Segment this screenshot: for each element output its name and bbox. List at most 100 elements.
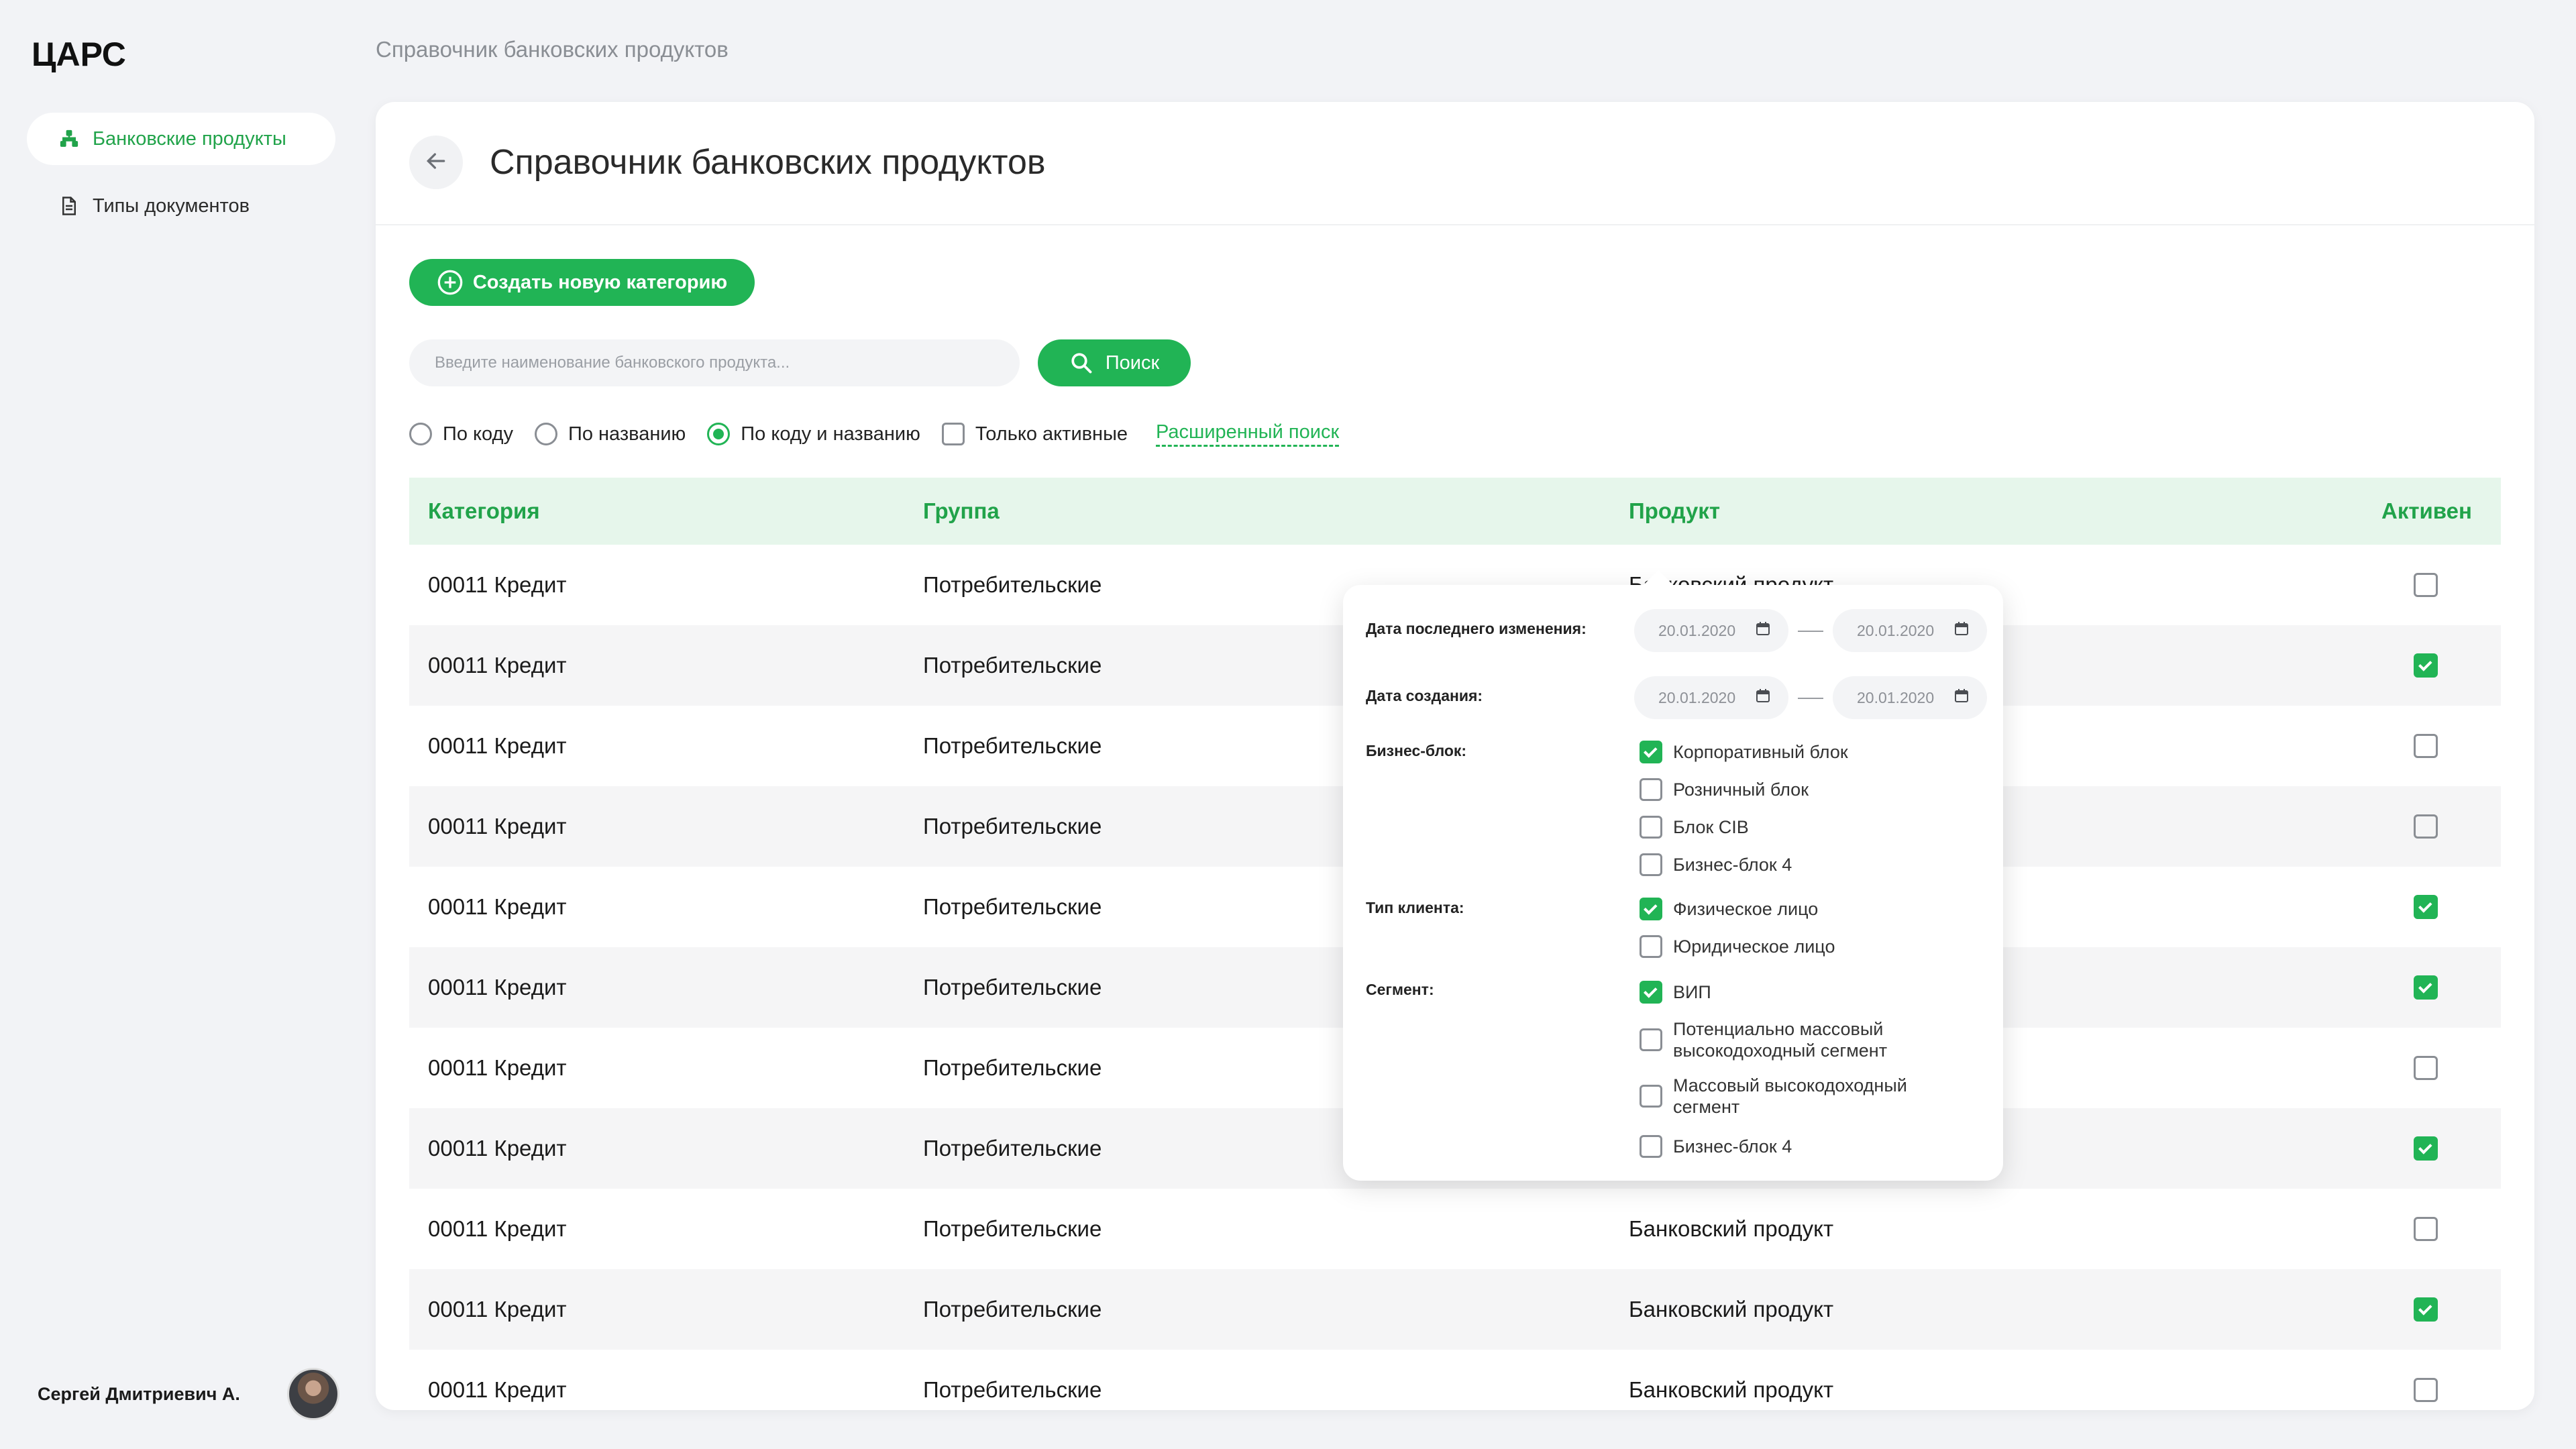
create-category-label: Создать новую категорию (472, 271, 728, 293)
search-icon (1069, 351, 1093, 375)
only-active-checkbox[interactable]: Только активные (941, 423, 1128, 445)
user-profile[interactable]: Сергей Дмитриевич А. (38, 1368, 339, 1420)
checkbox-control[interactable] (1640, 816, 1662, 839)
app-logo: ЦАРС (32, 36, 126, 73)
radio-by-code-and-name[interactable]: По коду и названию (707, 423, 920, 445)
checkbox-control[interactable] (1640, 741, 1662, 763)
business-block-checkbox[interactable]: Бизнес-блок 4 (1640, 853, 1792, 876)
cell-category: 00011 Кредит (428, 1216, 567, 1241)
client-type-checkbox[interactable]: Юридическое лицо (1640, 935, 1835, 958)
active-checkbox[interactable] (2414, 895, 2438, 919)
checkbox-control[interactable] (1640, 1028, 1662, 1051)
checkbox-label: Корпоративный блок (1673, 742, 1848, 762)
business-block-checkbox[interactable]: Корпоративный блок (1640, 741, 1848, 763)
checkbox-control[interactable] (941, 423, 965, 445)
active-checkbox[interactable] (2414, 734, 2438, 758)
table-row[interactable]: 00011 Кредит Потребительские Банковский пр… (409, 1189, 2501, 1269)
sidebar-item-document-types[interactable]: Типы документов (27, 180, 335, 232)
advanced-search-link[interactable]: Расширенный поиск (1156, 421, 1340, 447)
checkbox-label: Массовый высокодоходный сегмент (1673, 1075, 1907, 1117)
radio-label: По коду и названию (741, 423, 920, 445)
checkbox-control[interactable] (1640, 778, 1662, 801)
segment-checkbox[interactable]: Массовый высокодоходный сегмент (1640, 1075, 1928, 1118)
calendar-icon (1953, 621, 1970, 641)
active-checkbox[interactable] (2414, 975, 2438, 1000)
avatar[interactable] (287, 1368, 339, 1420)
created-label: Дата создания: (1366, 687, 1483, 704)
table-row[interactable]: 00011 Кредит Потребительские Банковский пр… (409, 1350, 2501, 1410)
created-to-field[interactable]: 20.01.2020 (1833, 676, 1987, 719)
checkbox-control[interactable] (1640, 1085, 1662, 1108)
document-icon (56, 193, 82, 219)
business-block-label: Бизнес-блок: (1366, 742, 1467, 759)
search-filters: По коду По названию По коду и названию Т… (409, 417, 1340, 451)
created-from-field[interactable]: 20.01.2020 (1634, 676, 1788, 719)
cell-product: Банковский продукт (1629, 1216, 1834, 1241)
sidebar: ЦАРС Банковские продукты Типы документов… (0, 0, 362, 1449)
checkbox-control[interactable] (1640, 935, 1662, 958)
back-button[interactable] (409, 136, 463, 189)
active-checkbox[interactable] (2414, 1217, 2438, 1241)
radio-by-name[interactable]: По названию (534, 423, 686, 445)
active-checkbox[interactable] (2414, 1136, 2438, 1161)
cell-group: Потребительские (923, 1377, 1102, 1402)
checkbox-control[interactable] (1640, 981, 1662, 1004)
radio-control[interactable] (409, 423, 432, 445)
segment-checkbox[interactable]: Потенциально массовый высокодоходный сег… (1640, 1018, 1928, 1061)
cell-group: Потребительские (923, 1055, 1102, 1080)
page-title: Справочник банковских продуктов (490, 143, 1046, 182)
business-block-checkbox[interactable]: Розничный блок (1640, 778, 1809, 801)
calendar-icon (1953, 688, 1970, 708)
radio-label: По названию (568, 423, 686, 445)
sidebar-item-label: Банковские продукты (93, 127, 286, 150)
cell-category: 00011 Кредит (428, 653, 567, 678)
table-row[interactable]: 00011 Кредит Потребительские Банковский пр… (409, 1269, 2501, 1350)
cell-group: Потребительские (923, 1136, 1102, 1161)
active-checkbox[interactable] (2414, 573, 2438, 597)
advanced-search-popup: Дата последнего изменения: 20.01.2020 20… (1343, 570, 2003, 1181)
cell-category: 00011 Кредит (428, 1377, 567, 1402)
cell-category: 00011 Кредит (428, 1136, 567, 1161)
checkbox-label: Розничный блок (1673, 780, 1809, 800)
last-modified-to-field[interactable]: 20.01.2020 (1833, 609, 1987, 652)
column-header-category[interactable]: Категория (428, 498, 540, 524)
sidebar-item-bank-products[interactable]: Банковские продукты (27, 113, 335, 165)
active-checkbox[interactable] (2414, 814, 2438, 839)
create-category-button[interactable]: Создать новую категорию (409, 259, 755, 306)
checkbox-label: Потенциально массовый высокодоходный сег… (1673, 1019, 1888, 1061)
cell-group: Потребительские (923, 814, 1102, 839)
client-type-checkbox[interactable]: Физическое лицо (1640, 898, 1818, 920)
active-checkbox[interactable] (2414, 653, 2438, 678)
column-header-active[interactable]: Активен (2381, 498, 2472, 524)
radio-control[interactable] (534, 423, 557, 445)
checkbox-label: Только активные (975, 423, 1128, 445)
cell-group: Потребительские (923, 733, 1102, 758)
search-button[interactable]: Поиск (1038, 339, 1191, 386)
column-header-group[interactable]: Группа (923, 498, 1000, 524)
column-header-product[interactable]: Продукт (1629, 498, 1720, 524)
checkbox-control[interactable] (1640, 1135, 1662, 1158)
date-value: 20.01.2020 (1857, 621, 1935, 639)
active-checkbox[interactable] (2414, 1056, 2438, 1080)
active-checkbox[interactable] (2414, 1297, 2438, 1322)
segment-checkbox[interactable]: Бизнес-блок 4 (1640, 1135, 1792, 1158)
calendar-icon (1755, 621, 1771, 641)
table-header: Категория Группа Продукт Активен (409, 478, 2501, 545)
user-name: Сергей Дмитриевич А. (38, 1383, 240, 1404)
last-modified-from-field[interactable]: 20.01.2020 (1634, 609, 1788, 652)
active-checkbox[interactable] (2414, 1378, 2438, 1402)
cell-group: Потребительские (923, 975, 1102, 1000)
business-block-checkbox[interactable]: Блок CIB (1640, 816, 1749, 839)
checkbox-control[interactable] (1640, 898, 1662, 920)
cell-group: Потребительские (923, 1216, 1102, 1241)
date-value: 20.01.2020 (1857, 688, 1935, 706)
radio-control[interactable] (707, 423, 731, 445)
cell-product: Банковский продукт (1629, 1297, 1834, 1322)
search-input[interactable] (409, 339, 1020, 386)
checkbox-label: Физическое лицо (1673, 899, 1819, 919)
radio-by-code[interactable]: По коду (409, 423, 513, 445)
plus-circle-icon (437, 269, 464, 296)
checkbox-control[interactable] (1640, 853, 1662, 876)
date-range-dash (1798, 631, 1823, 632)
segment-checkbox[interactable]: ВИП (1640, 981, 1711, 1004)
